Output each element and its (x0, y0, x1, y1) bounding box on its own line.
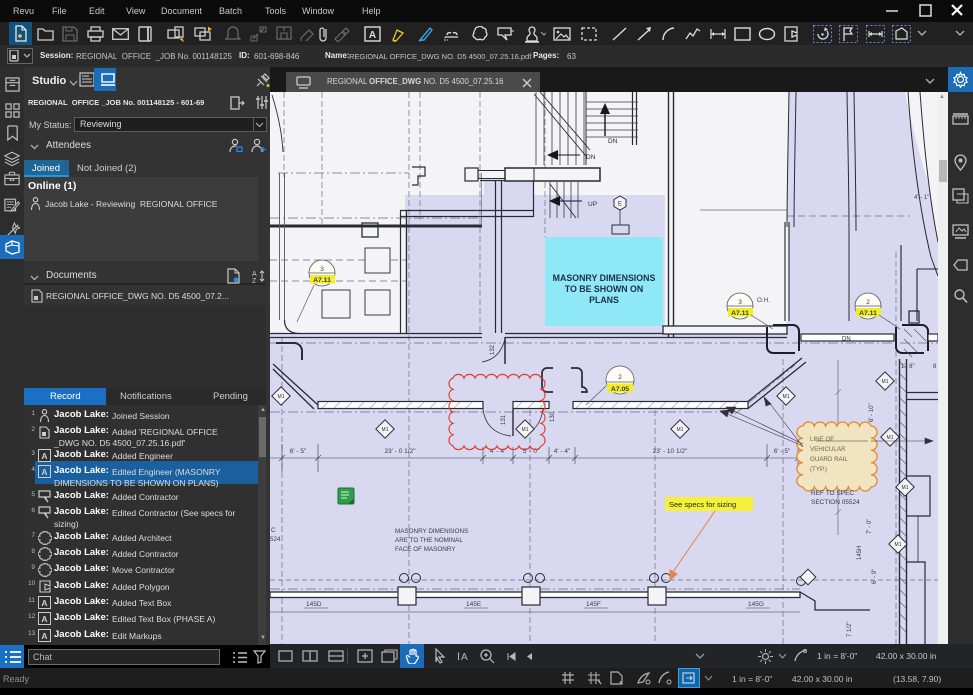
svg-text:A: A (252, 271, 257, 278)
svg-text:REF TO SPEC: REF TO SPEC (811, 490, 854, 497)
svg-text:A: A (369, 30, 376, 41)
svg-text:UP: UP (588, 201, 597, 208)
svg-text:3: 3 (738, 299, 742, 306)
svg-text:VEHICULAR: VEHICULAR (810, 446, 846, 453)
svg-text:Z: Z (252, 278, 257, 283)
svg-text:TO BE SHOWN ON: TO BE SHOWN ON (565, 284, 644, 294)
svg-text:E: E (618, 202, 622, 208)
svg-text:145G: 145G (748, 601, 764, 608)
svg-text:DN: DN (586, 154, 596, 161)
svg-text:M1: M1 (902, 485, 909, 491)
svg-text:A7.11: A7.11 (859, 310, 877, 317)
svg-text:PLANS: PLANS (589, 295, 619, 305)
svg-text:MASONRY DIMENSIONS: MASONRY DIMENSIONS (553, 273, 656, 283)
svg-text:7' - 0": 7' - 0" (867, 519, 873, 534)
svg-text:A7.11: A7.11 (313, 277, 331, 284)
svg-text:FACE OF MASONRY: FACE OF MASONRY (395, 546, 456, 553)
svg-text:7 1/2": 7 1/2" (847, 622, 853, 637)
svg-text:132: 132 (490, 344, 496, 355)
svg-text:4' - 4": 4' - 4" (554, 448, 571, 455)
svg-text:LINE OF: LINE OF (810, 436, 834, 443)
svg-text:DN: DN (608, 138, 618, 145)
svg-text:3: 3 (320, 266, 324, 273)
svg-text:23' - 10 1/2": 23' - 10 1/2" (653, 448, 688, 455)
svg-text:145D: 145D (306, 601, 322, 608)
svg-text:6' - 5": 6' - 5" (774, 448, 791, 455)
svg-text:2: 2 (618, 374, 622, 381)
svg-text:6' - 5": 6' - 5" (290, 448, 307, 455)
svg-text:2: 2 (866, 299, 870, 306)
svg-text:GUARD RAIL: GUARD RAIL (810, 456, 848, 463)
svg-text:C: C (271, 527, 276, 534)
svg-text:I: I (457, 651, 460, 663)
svg-text:A: A (461, 652, 468, 663)
svg-text:6' - 9": 6' - 9" (872, 569, 878, 584)
svg-text:23' - 0 1/2": 23' - 0 1/2" (384, 448, 416, 455)
svg-text:131: 131 (501, 414, 507, 425)
svg-text:M1: M1 (783, 394, 790, 400)
svg-text:M1: M1 (522, 427, 529, 433)
svg-text:O.H.: O.H. (757, 297, 770, 304)
svg-text:M1: M1 (895, 542, 902, 548)
svg-text:6' - 10": 6' - 10" (869, 403, 875, 422)
svg-text:130: 130 (550, 411, 556, 422)
svg-text:1'- 8": 1'- 8" (901, 364, 915, 370)
svg-text:ARE TO THE NOMINAL: ARE TO THE NOMINAL (395, 537, 463, 544)
svg-text:M1: M1 (382, 427, 389, 433)
svg-text:MASONRY DIMENSIONS: MASONRY DIMENSIONS (395, 528, 468, 535)
svg-text:145H: 145H (857, 546, 863, 560)
svg-text:4' - 1": 4' - 1" (914, 195, 929, 201)
svg-text:145F: 145F (586, 601, 601, 608)
svg-text:M1: M1 (887, 435, 894, 441)
svg-text:M1: M1 (677, 427, 684, 433)
svg-text:A7.11: A7.11 (731, 310, 749, 317)
svg-text:DN: DN (842, 337, 851, 343)
svg-text:M1: M1 (278, 394, 285, 400)
svg-text:A7.05: A7.05 (611, 386, 629, 393)
svg-text:524: 524 (270, 536, 281, 543)
svg-text:M1: M1 (882, 379, 889, 385)
svg-text:See specs for sizing: See specs for sizing (669, 500, 736, 509)
svg-text:145E: 145E (466, 601, 482, 608)
svg-text:SECTION 05524: SECTION 05524 (811, 499, 860, 506)
svg-text:(TYP.): (TYP.) (810, 466, 827, 473)
